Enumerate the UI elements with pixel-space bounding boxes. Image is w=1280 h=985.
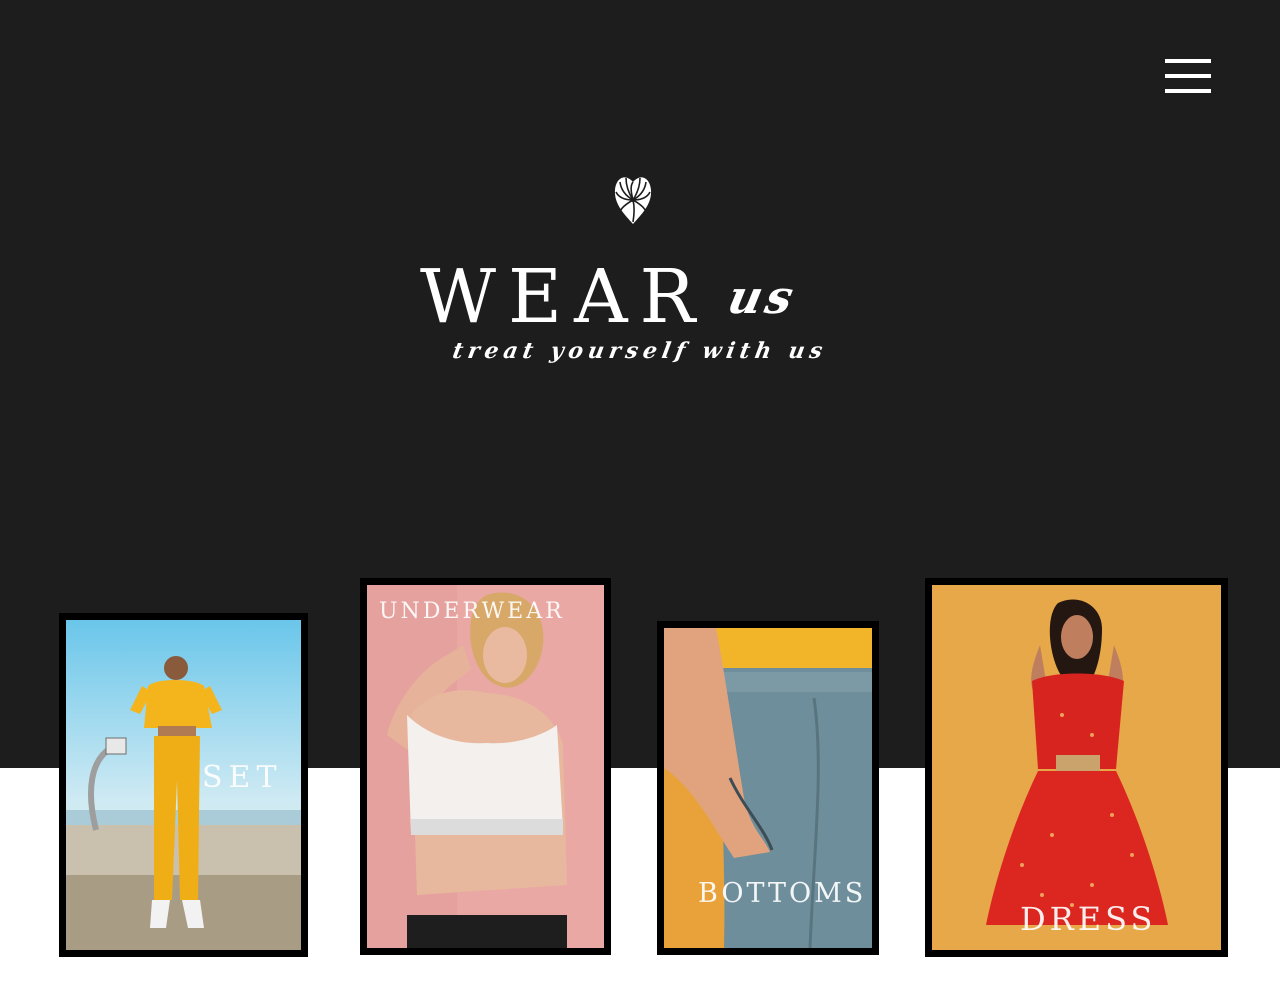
page: WEAR us treat yourself with us SET UNDER… <box>0 0 1280 985</box>
hamburger-menu-icon[interactable] <box>1163 57 1211 97</box>
brand-title-script: us <box>723 270 803 324</box>
category-label-set: SET <box>202 760 283 795</box>
menu-bar-top <box>1165 59 1211 63</box>
category-card-set[interactable]: SET <box>59 613 308 957</box>
category-label-underwear: UNDERWEAR <box>379 599 565 624</box>
category-card-dress[interactable]: DRESS <box>925 578 1228 957</box>
menu-bar-middle <box>1165 74 1211 78</box>
woman-in-white-bralette-photo: UNDERWEAR <box>367 585 604 948</box>
woman-in-yellow-tracksuit-photo: SET <box>66 620 301 950</box>
woman-in-red-floral-dress-photo: DRESS <box>932 585 1221 950</box>
category-card-bottoms[interactable]: BOTTOMS <box>657 621 879 955</box>
category-label-bottoms: BOTTOMS <box>698 878 867 909</box>
category-card-underwear[interactable]: UNDERWEAR <box>360 578 611 955</box>
menu-bar-bottom <box>1165 89 1211 93</box>
brand-title-main: WEAR <box>420 254 708 340</box>
tagline: treat yourself with us <box>450 338 830 364</box>
category-label-dress: DRESS <box>1020 900 1157 938</box>
hand-in-grey-sweatpants-pocket-photo: BOTTOMS <box>664 628 872 948</box>
swirl-heart-logo-icon <box>614 177 652 224</box>
brand-title: WEAR us <box>420 252 860 342</box>
